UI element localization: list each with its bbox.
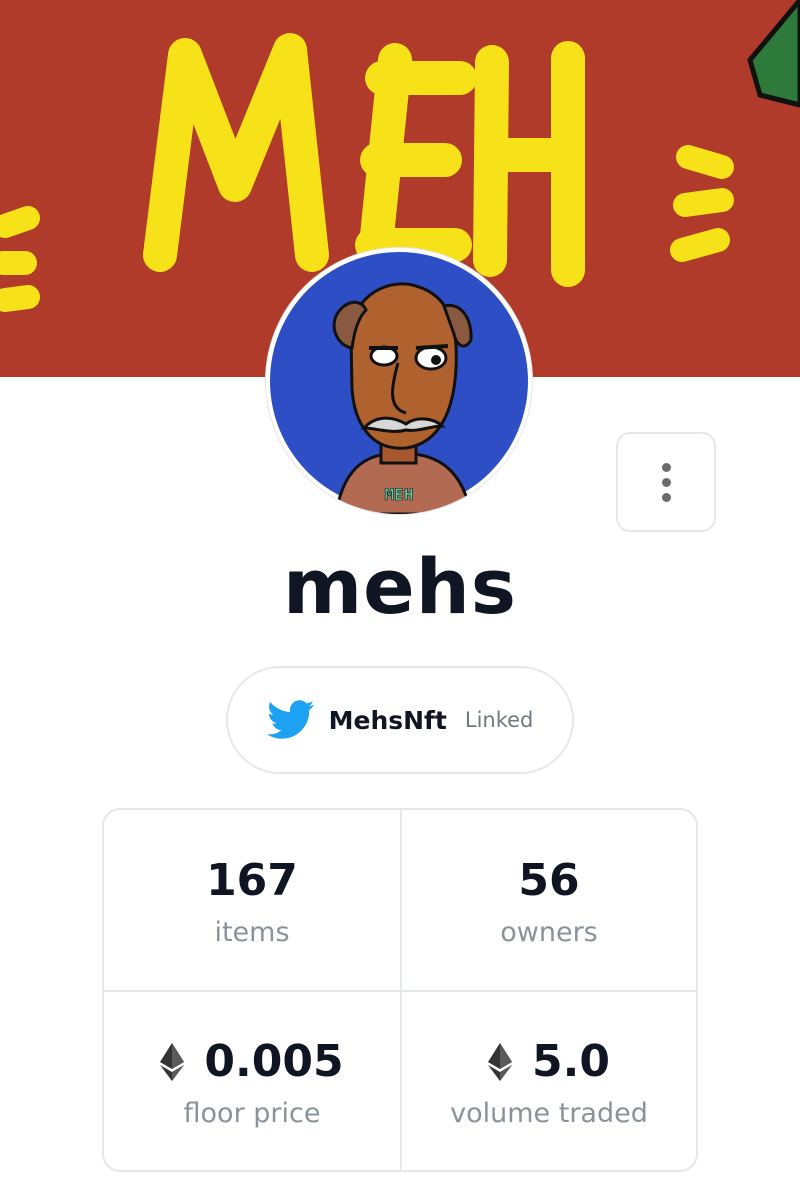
collection-title: mehs — [282, 542, 518, 631]
stat-volume-traded[interactable]: 5.0 volume traded — [400, 990, 696, 1170]
stat-owners-label: owners — [500, 916, 598, 948]
more-vertical-icon-dot — [661, 492, 671, 502]
twitter-link-button[interactable]: MehsNft Linked — [226, 666, 574, 774]
stat-floor-price-value: 0.005 — [204, 1036, 344, 1087]
more-vertical-icon-dot — [661, 477, 671, 487]
twitter-linked-status: Linked — [464, 708, 534, 732]
stat-items-label: items — [214, 916, 290, 948]
collection-page: MEH mehs MehsNft Linked 167 items 56 own… — [0, 0, 800, 1200]
twitter-handle: MehsNft — [328, 705, 447, 735]
stat-volume-traded-value-row: 5.0 — [488, 1034, 610, 1090]
stat-floor-price-value-row: 0.005 — [160, 1034, 344, 1090]
collection-stats: 167 items 56 owners 0.005 floor price 5.… — [102, 808, 698, 1172]
stat-items-value: 167 — [206, 855, 298, 906]
stat-owners[interactable]: 56 owners — [400, 810, 696, 990]
avatar-shirt-text: MEH — [385, 485, 414, 504]
more-options-button[interactable] — [616, 432, 716, 532]
twitter-icon — [266, 700, 314, 739]
ethereum-icon — [160, 1042, 185, 1081]
stat-volume-traded-value: 5.0 — [532, 1036, 610, 1087]
ethereum-icon — [488, 1042, 513, 1081]
avatar-image: MEH — [270, 252, 528, 514]
more-vertical-icon-dot — [661, 462, 671, 472]
stat-floor-price[interactable]: 0.005 floor price — [104, 990, 400, 1170]
stat-owners-value: 56 — [518, 855, 580, 906]
stat-floor-price-label: floor price — [183, 1097, 321, 1129]
stat-volume-traded-label: volume traded — [450, 1097, 648, 1129]
collection-avatar: MEH — [266, 248, 532, 514]
stat-items[interactable]: 167 items — [104, 810, 400, 990]
